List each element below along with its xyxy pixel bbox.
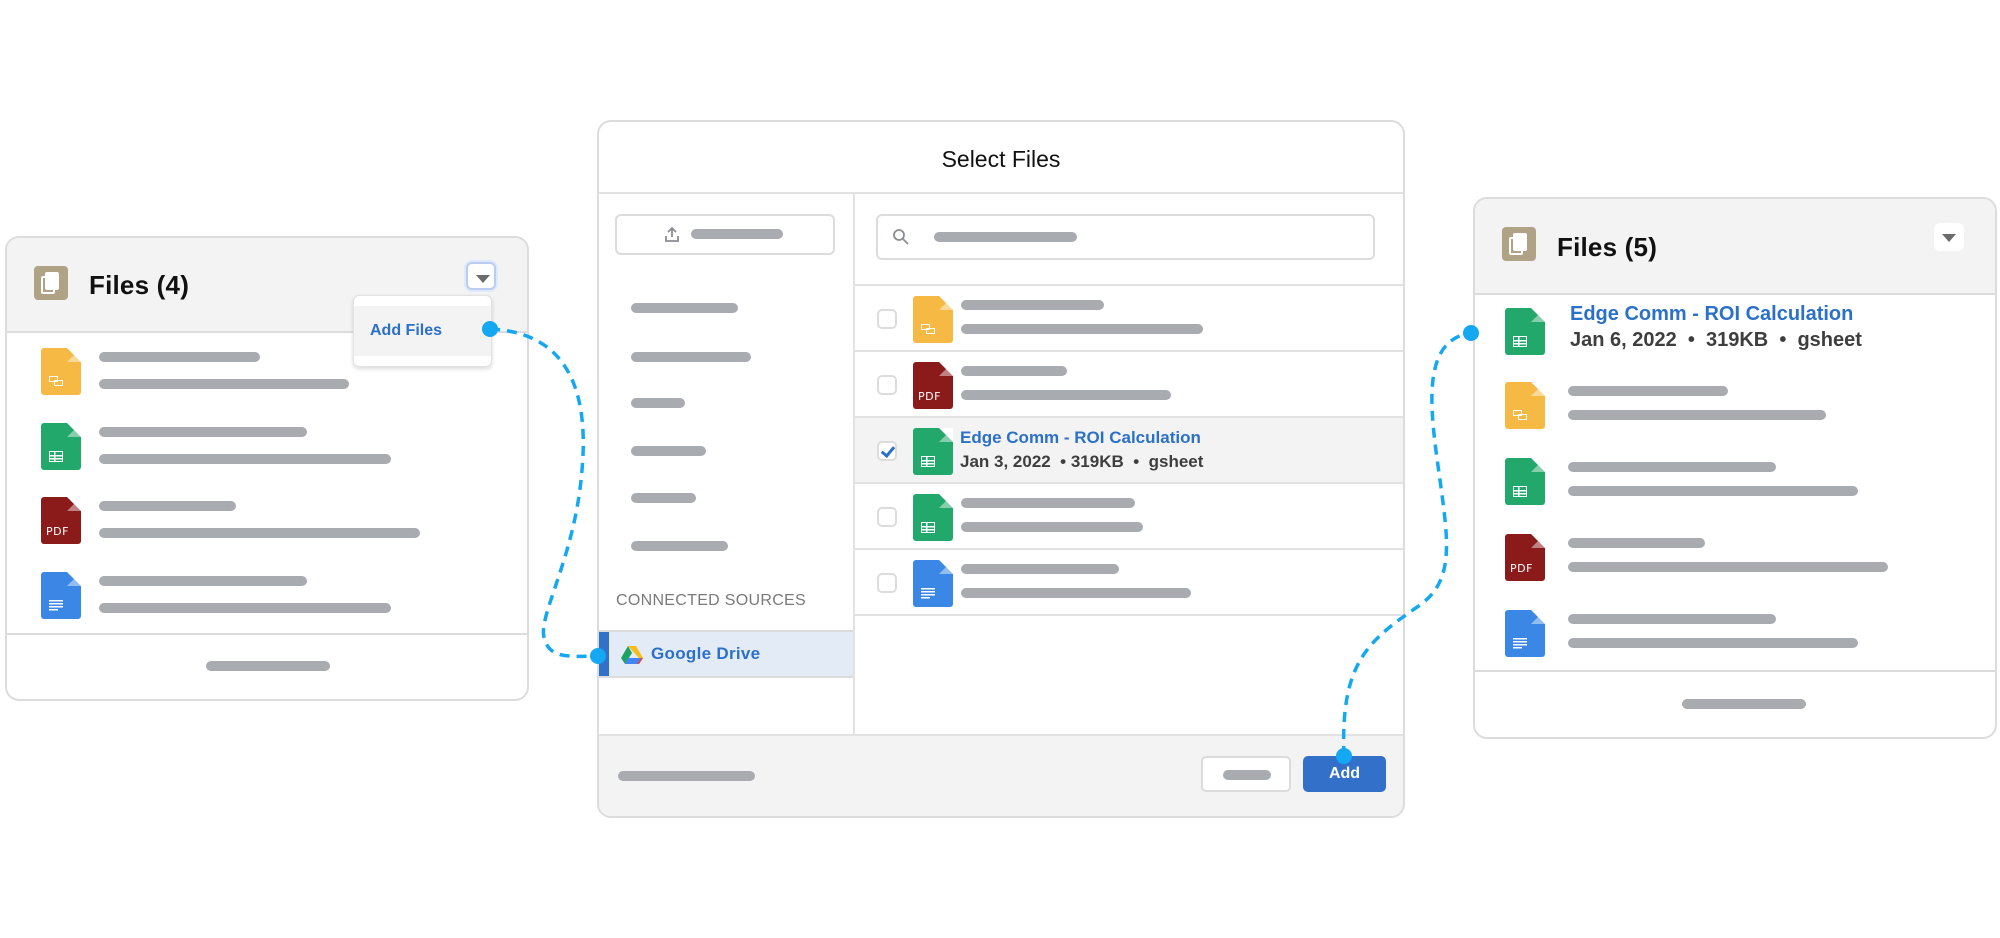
card-title: Files (4) [89,270,190,300]
card-menu-button[interactable] [466,262,496,290]
connected-sources-label: CONNECTED SOURCES [616,592,807,609]
card-menu-dropdown: Add Files [353,295,492,367]
nav-item[interactable] [631,493,696,503]
placeholder-text [1568,486,1858,496]
google-sheets-icon [1505,308,1545,355]
placeholder-text [961,300,1104,310]
placeholder-text [1568,462,1776,472]
files-icon [1502,227,1536,261]
nav-item[interactable] [631,541,728,551]
nav-item[interactable] [631,446,706,456]
placeholder-text [99,528,420,538]
source-google-drive[interactable]: Google Drive [599,630,853,678]
card-header: Files (5) [1475,199,1995,295]
divider [1475,670,1995,672]
file-checkbox-checked[interactable] [877,441,897,461]
pdf-icon: PDF [1505,534,1545,581]
google-docs-icon [913,560,953,607]
file-row[interactable] [855,286,1403,352]
add-button[interactable]: Add [1303,756,1386,792]
upload-button[interactable] [615,214,835,255]
placeholder-text [1568,614,1776,624]
dialog-title: Select Files [941,146,1061,172]
search-icon [893,229,909,245]
card-title: Files (5) [1557,232,1658,262]
pdf-icon: PDF [41,497,81,544]
google-slides-icon [913,296,953,343]
placeholder-text [99,576,307,586]
file-row[interactable] [855,550,1403,616]
placeholder-text [99,427,307,437]
files-card-after: Files (5) Edge Comm - ROI Calculation Ja… [1473,197,1997,739]
placeholder-text [961,564,1119,574]
view-all-link[interactable] [1682,699,1806,709]
file-row[interactable]: PDF [855,352,1403,418]
placeholder-text [99,603,391,613]
placeholder-text [1568,562,1888,572]
placeholder-text [961,366,1067,376]
file-checkbox[interactable] [877,309,897,329]
placeholder-text [961,588,1191,598]
file-row-selected[interactable]: Edge Comm - ROI Calculation Jan 3, 2022 … [855,418,1403,484]
file-checkbox[interactable] [877,507,897,527]
file-checkbox[interactable] [877,573,897,593]
google-sheets-icon [913,428,953,475]
cancel-button[interactable] [1201,756,1291,792]
nav-item[interactable] [631,352,751,362]
nav-item[interactable] [631,398,685,408]
placeholder-text [961,522,1143,532]
placeholder-text [1568,410,1826,420]
file-name[interactable]: Edge Comm - ROI Calculation [960,428,1201,448]
card-menu-button[interactable] [1934,223,1964,251]
view-all-link[interactable] [206,661,330,671]
dialog-footer: Add [599,734,1403,816]
google-docs-icon [1505,610,1545,657]
placeholder-text [1568,638,1858,648]
placeholder-text [691,229,783,239]
file-row[interactable] [855,484,1403,550]
placeholder-text [99,501,236,511]
placeholder-text [961,498,1135,508]
select-files-dialog: Select Files CONNECTED SOURCES Google Dr… [597,120,1405,818]
placeholder-text [961,390,1171,400]
placeholder-text [99,379,349,389]
google-sheets-icon [41,423,81,470]
google-slides-icon [1505,382,1545,429]
menu-item-add-files[interactable]: Add Files [354,306,491,356]
divider [599,192,1403,194]
placeholder-text [1568,386,1728,396]
google-slides-icon [41,348,81,395]
file-meta: Jan 6, 2022 • 319KB • gsheet [1570,329,1862,351]
pdf-icon: PDF [913,362,953,409]
file-name[interactable]: Edge Comm - ROI Calculation [1570,303,1853,326]
nav-item[interactable] [631,303,738,313]
google-docs-icon [41,572,81,619]
placeholder-text [99,352,260,362]
divider [7,633,527,635]
placeholder-text [618,771,755,781]
placeholder-text [99,454,391,464]
file-meta: Jan 3, 2022 • 319KB • gsheet [960,452,1204,471]
google-sheets-icon [913,494,953,541]
google-drive-icon [621,646,643,664]
file-checkbox[interactable] [877,375,897,395]
search-input[interactable] [876,214,1375,260]
files-icon [34,266,68,300]
search-placeholder [934,232,1077,242]
placeholder-text [961,324,1203,334]
placeholder-text [1568,538,1705,548]
google-sheets-icon [1505,458,1545,505]
upload-icon [665,226,679,242]
